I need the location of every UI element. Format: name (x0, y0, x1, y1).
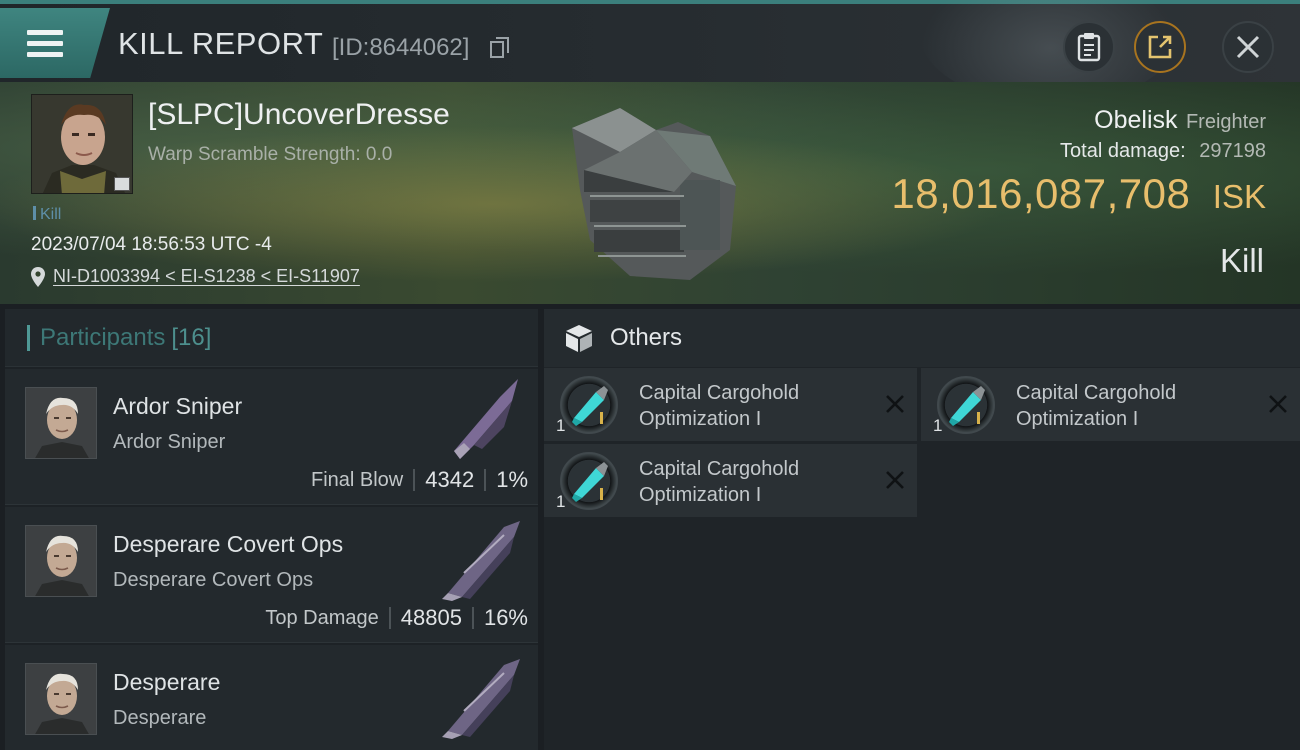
participant-ship-icon (442, 659, 520, 739)
item-quantity: 1 (556, 416, 566, 435)
item-card[interactable]: 1 Capital Cargohold Optimization I (921, 368, 1300, 441)
participant-role: Top Damage (265, 606, 379, 629)
participant-role: Final Blow (310, 468, 404, 491)
victim-portrait[interactable] (31, 94, 133, 194)
x-icon[interactable] (883, 468, 907, 492)
isk-value: 18,016,087,708 ISK (891, 170, 1266, 218)
close-button[interactable] (1222, 21, 1274, 73)
victim-banner: [SLPC]UncoverDresse Warp Scramble Streng… (0, 82, 1300, 304)
victim-ship-image[interactable] (560, 100, 750, 290)
participant-damage: 4342 (425, 467, 475, 492)
item-name: Capital Cargohold Optimization I (639, 382, 800, 430)
participant-ship: Desperare (113, 707, 207, 729)
share-button[interactable] (1134, 21, 1186, 73)
participant-avatar (25, 525, 97, 597)
divider (471, 607, 474, 629)
participants-header: Participants [16] (5, 309, 538, 367)
item-card[interactable]: 1 Capital Cargohold Optimization I (544, 444, 917, 517)
portrait-badge (114, 177, 130, 191)
others-header: Others (544, 309, 1300, 367)
participant-percent: 1% (496, 467, 528, 492)
participant-stats: Final Blow 4342 1% (311, 467, 528, 493)
page-title: KILL REPORT (118, 26, 324, 61)
participant-row[interactable]: Desperare Covert Ops Desperare Covert Op… (5, 507, 538, 643)
x-icon[interactable] (1266, 392, 1290, 416)
share-icon (1148, 35, 1172, 59)
location-pin-icon (31, 266, 45, 287)
participant-ship: Desperare Covert Ops (113, 569, 314, 591)
top-bar: KILL REPORT [ID:8644062] (0, 0, 1300, 104)
divider (413, 469, 416, 491)
total-damage: Total damage: 297198 (1060, 140, 1266, 163)
others-panel: Others 1 Capital Cargohold Optimization … (544, 309, 1300, 750)
victim-ship-class: Freighter (1185, 111, 1266, 133)
close-icon (1236, 35, 1260, 59)
x-icon[interactable] (883, 392, 907, 416)
participants-count: [16] (171, 323, 212, 351)
item-name: Capital Cargohold Optimization I (1016, 382, 1177, 430)
participant-avatar (25, 387, 97, 459)
kill-result: Kill (1219, 242, 1264, 279)
participants-label: Participants (40, 323, 166, 351)
participant-row[interactable]: Desperare Desperare (5, 645, 538, 750)
participant-ship-icon (454, 379, 518, 459)
copy-icon[interactable] (490, 37, 510, 59)
participant-percent: 16% (483, 605, 528, 630)
kill-tag: Kill (33, 206, 61, 224)
participant-ship-icon (442, 521, 520, 601)
item-icon (560, 452, 618, 510)
participant-avatar (25, 663, 97, 735)
item-quantity: 1 (556, 492, 566, 511)
participant-ship: Ardor Sniper (113, 431, 226, 453)
isk-unit: ISK (1212, 178, 1266, 215)
divider (484, 469, 487, 491)
kill-datetime: 2023/07/04 18:56:53 UTC -4 (31, 234, 272, 255)
participant-name[interactable]: Desperare (113, 669, 220, 696)
menu-button[interactable] (0, 8, 110, 78)
item-card[interactable]: 1 Capital Cargohold Optimization I (544, 368, 917, 441)
location-path[interactable]: NI-D1003394 < EI-S1238 < EI-S11907 (53, 266, 360, 287)
participant-damage: 48805 (400, 605, 462, 630)
clipboard-icon (1077, 33, 1101, 62)
victim-name[interactable]: [SLPC]UncoverDresse (148, 98, 450, 132)
report-id: [ID:8644062] (332, 34, 470, 61)
clipboard-button[interactable] (1063, 21, 1115, 73)
participant-name[interactable]: Ardor Sniper (113, 393, 242, 420)
isk-amount: 18,016,087,708 (891, 170, 1191, 217)
item-icon (560, 376, 618, 434)
others-label: Others (610, 324, 683, 351)
divider (388, 607, 391, 629)
menu-icon (27, 30, 63, 58)
item-quantity: 1 (933, 416, 943, 435)
participant-name[interactable]: Desperare Covert Ops (113, 531, 343, 558)
total-damage-value: 297198 (1199, 140, 1266, 162)
participant-row[interactable]: Ardor Sniper Ardor Sniper Final Blow 434… (5, 369, 538, 505)
participant-stats: Top Damage 48805 16% (265, 605, 528, 631)
item-icon (937, 376, 995, 434)
kill-location[interactable]: NI-D1003394 < EI-S1238 < EI-S11907 (31, 266, 360, 287)
item-name: Capital Cargohold Optimization I (639, 458, 800, 506)
victim-ship-name[interactable]: Obelisk (1094, 106, 1177, 134)
warp-scramble-strength: Warp Scramble Strength: 0.0 (148, 144, 393, 165)
victim-ship-info: Obelisk Freighter (1094, 106, 1266, 135)
cube-icon (566, 325, 592, 352)
total-damage-label: Total damage: (1060, 140, 1186, 162)
participants-panel: Participants [16] Ardor Sniper Ardor Sni… (5, 309, 538, 750)
